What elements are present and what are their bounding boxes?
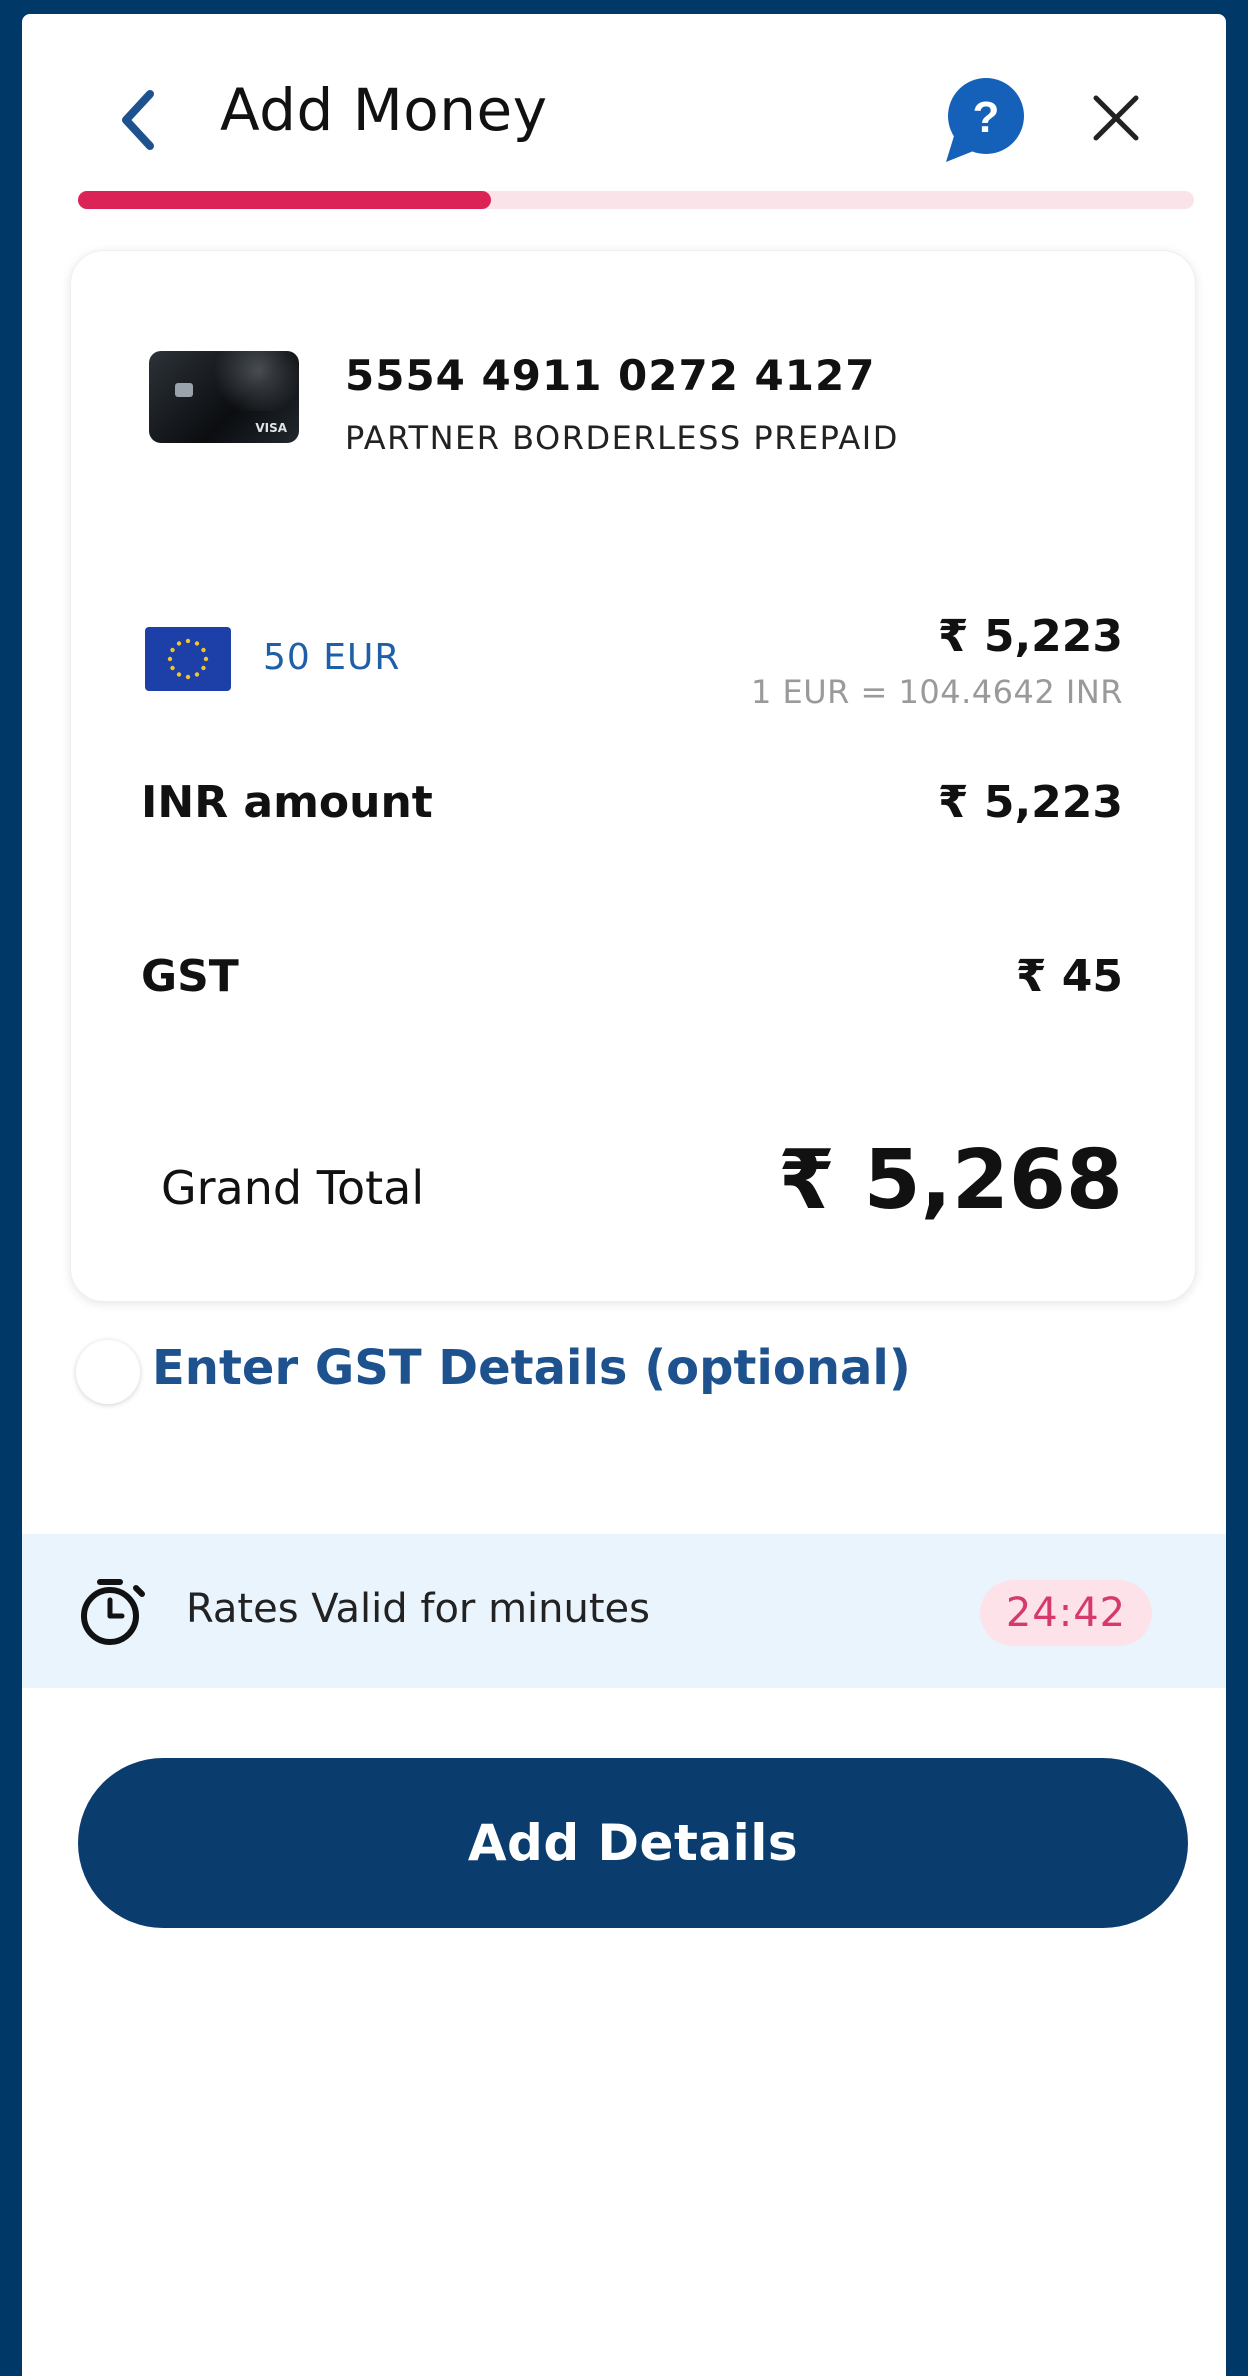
screen: Add Money ? VISA 5554 4911 0272 4127 PAR…	[22, 14, 1226, 2376]
converted-inr: ₹ 5,223	[937, 611, 1123, 662]
progress-bar	[78, 191, 1194, 209]
countdown-badge: 24:42	[980, 1580, 1152, 1646]
help-button[interactable]: ?	[942, 76, 1028, 166]
fx-amount: 50 EUR	[263, 637, 401, 678]
chevron-left-icon	[122, 90, 154, 150]
gst-details-checkbox[interactable]	[76, 1340, 140, 1404]
progress-fill	[78, 191, 491, 209]
visa-logo: VISA	[255, 421, 287, 435]
rates-validity-banner: Rates Valid for minutes 24:42	[22, 1534, 1226, 1688]
card-image: VISA	[149, 351, 299, 443]
close-button[interactable]	[1084, 86, 1148, 150]
page-title: Add Money	[220, 76, 548, 144]
help-bubble-icon: ?	[946, 78, 1024, 162]
grand-total-label: Grand Total	[161, 1161, 425, 1215]
gst-label: GST	[141, 951, 239, 1002]
gst-value: ₹ 45	[1015, 951, 1123, 1002]
eu-flag-icon	[145, 627, 231, 691]
gst-details-label[interactable]: Enter GST Details (optional)	[152, 1340, 911, 1396]
close-icon	[1093, 95, 1139, 141]
inr-amount-label: INR amount	[141, 777, 433, 828]
svg-text:?: ?	[973, 93, 1000, 142]
exchange-rate: 1 EUR = 104.4642 INR	[750, 673, 1123, 711]
rates-valid-text: Rates Valid for minutes	[186, 1586, 651, 1632]
summary-card: VISA 5554 4911 0272 4127 PARTNER BORDERL…	[70, 250, 1196, 1302]
grand-total-value: ₹ 5,268	[778, 1133, 1123, 1228]
back-button[interactable]	[112, 80, 172, 160]
inr-amount-value: ₹ 5,223	[937, 777, 1123, 828]
add-details-button[interactable]: Add Details	[78, 1758, 1188, 1928]
card-number: 5554 4911 0272 4127	[345, 351, 876, 400]
card-chip-icon	[175, 383, 193, 397]
card-type: PARTNER BORDERLESS PREPAID	[345, 419, 899, 457]
stopwatch-icon	[81, 1579, 145, 1645]
